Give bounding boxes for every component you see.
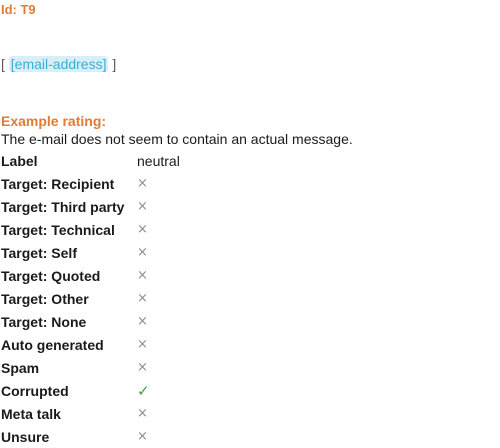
rating-row-corrupted: Corrupted ✓	[1, 379, 301, 402]
row-key: Corrupted	[1, 382, 69, 399]
row-key: Target: Other	[1, 290, 89, 307]
rating-row-target-none: Target: None ×	[1, 310, 301, 333]
rating-row-auto-generated: Auto generated ×	[1, 333, 301, 356]
rating-table: Label neutral Target: Recipient × Target…	[1, 149, 301, 448]
cross-icon: ×	[137, 314, 148, 329]
rating-row-target-technical: Target: Technical ×	[1, 218, 301, 241]
row-key: Target: Quoted	[1, 267, 101, 284]
row-key: Target: None	[1, 313, 87, 330]
rating-row-meta-talk: Meta talk ×	[1, 402, 301, 425]
label-row: Label neutral	[1, 149, 301, 172]
cross-icon: ×	[137, 337, 148, 352]
label-key: Label	[1, 152, 38, 169]
cross-icon: ×	[137, 176, 148, 191]
cross-icon: ×	[137, 222, 148, 237]
bracket-close: ]	[108, 56, 117, 72]
bracket-open: [	[1, 56, 9, 72]
rating-row-target-self: Target: Self ×	[1, 241, 301, 264]
cross-icon: ×	[137, 245, 148, 260]
rating-row-unsure: Unsure ×	[1, 425, 301, 448]
rating-row-target-recipient: Target: Recipient ×	[1, 172, 301, 195]
rating-row-spam: Spam ×	[1, 356, 301, 379]
rating-description: The e-mail does not seem to contain an a…	[1, 131, 353, 147]
rating-row-target-other: Target: Other ×	[1, 287, 301, 310]
cross-icon: ×	[137, 360, 148, 375]
cross-icon: ×	[137, 199, 148, 214]
cross-icon: ×	[137, 429, 148, 444]
rating-row-target-third-party: Target: Third party ×	[1, 195, 301, 218]
cross-icon: ×	[137, 291, 148, 306]
checkmark-icon: ✓	[137, 381, 150, 400]
row-key: Target: Technical	[1, 221, 115, 238]
row-key: Auto generated	[1, 336, 104, 353]
row-key: Target: Self	[1, 244, 77, 261]
label-value: neutral	[137, 152, 180, 169]
example-rating-title: Example rating:	[1, 113, 107, 129]
row-key: Unsure	[1, 428, 50, 445]
row-key: Target: Recipient	[1, 175, 115, 192]
row-key: Spam	[1, 359, 40, 376]
row-key: Target: Third party	[1, 198, 125, 215]
row-key: Meta talk	[1, 405, 61, 422]
item-id: Id: T9	[1, 2, 36, 17]
email-content: [ [email-address] ]	[1, 55, 116, 73]
email-address-tag: [email-address]	[8, 56, 109, 72]
cross-icon: ×	[137, 406, 148, 421]
rating-row-target-quoted: Target: Quoted ×	[1, 264, 301, 287]
cross-icon: ×	[137, 268, 148, 283]
